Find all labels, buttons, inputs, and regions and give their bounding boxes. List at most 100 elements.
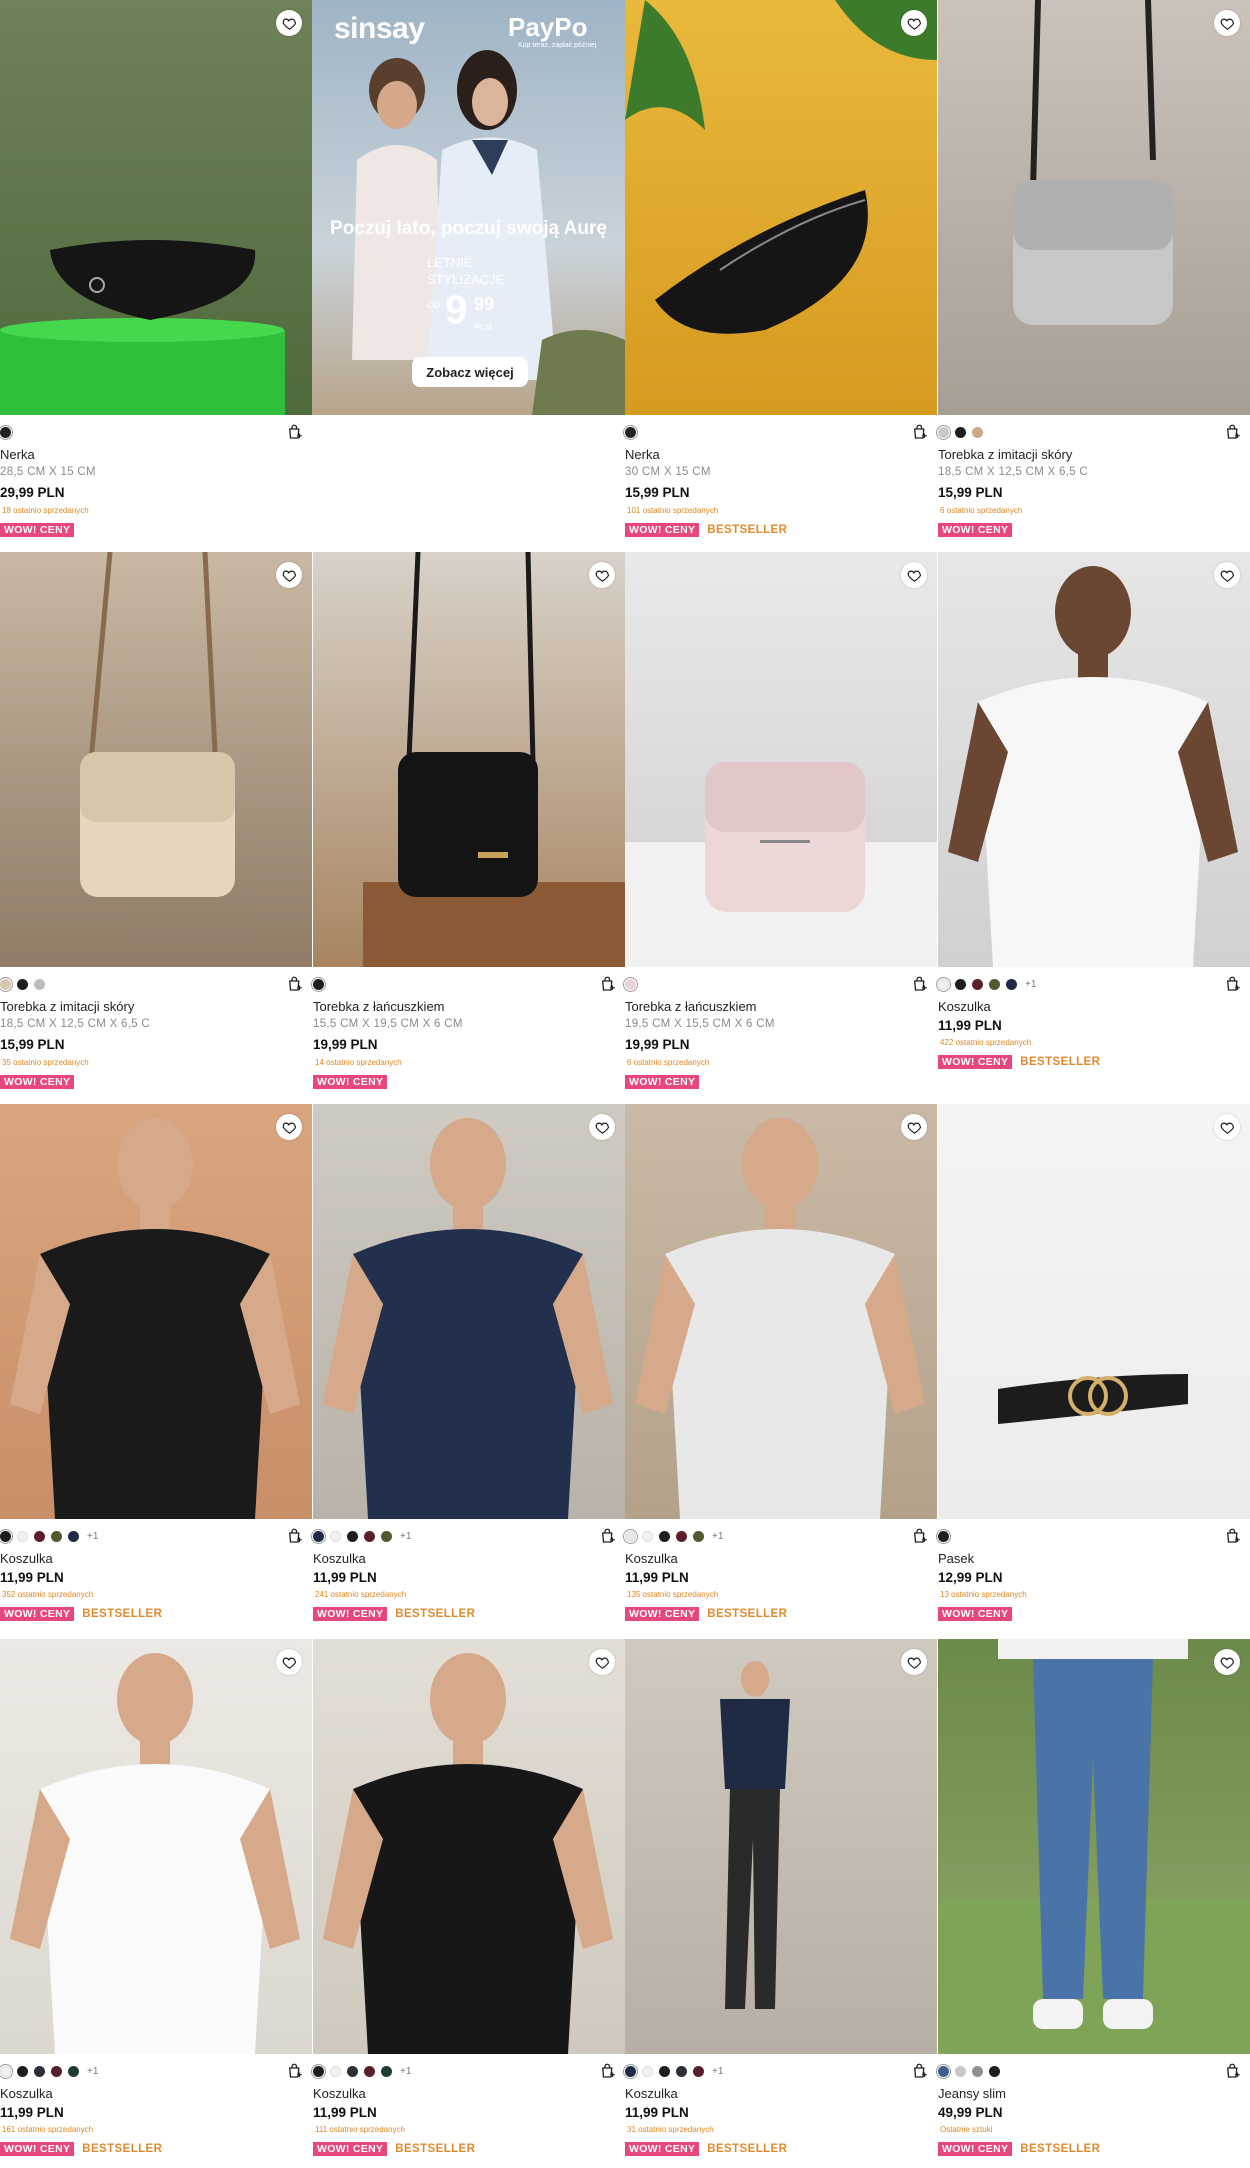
color-swatch[interactable] [34,1530,45,1542]
color-swatch[interactable] [693,2065,704,2077]
color-swatch[interactable] [676,1530,687,1542]
color-swatch[interactable] [625,1530,636,1542]
heart-icon[interactable] [901,562,927,588]
add-to-cart-icon[interactable] [911,1527,929,1545]
product-image[interactable] [625,552,937,967]
color-swatch[interactable] [347,2065,358,2077]
product-name[interactable]: Torebka z łańcuszkiem [625,999,757,1014]
more-colors[interactable]: +1 [400,2066,411,2077]
heart-icon[interactable] [276,562,302,588]
add-to-cart-icon[interactable] [286,975,304,993]
heart-icon[interactable] [276,1649,302,1675]
product-name[interactable]: Torebka z łańcuszkiem [313,999,445,1014]
color-swatch[interactable] [34,2065,45,2077]
product-image[interactable] [625,1104,937,1519]
product-name[interactable]: Koszulka [625,2086,678,2101]
color-swatch[interactable] [51,2065,62,2077]
color-swatch[interactable] [625,426,636,438]
more-colors[interactable]: +1 [87,1531,98,1542]
color-swatch[interactable] [938,426,949,438]
product-image[interactable] [938,552,1250,967]
color-swatch[interactable] [955,2065,966,2077]
heart-icon[interactable] [1214,1649,1240,1675]
add-to-cart-icon[interactable] [286,2062,304,2080]
product-name[interactable]: Koszulka [0,1551,53,1566]
color-swatch[interactable] [313,2065,324,2077]
color-swatch[interactable] [989,978,1000,990]
see-more-button[interactable]: Zobacz więcej [412,357,528,387]
heart-icon[interactable] [589,562,615,588]
product-name[interactable]: Koszulka [313,2086,366,2101]
color-swatch[interactable] [381,1530,392,1542]
add-to-cart-icon[interactable] [911,2062,929,2080]
product-image[interactable] [313,1104,625,1519]
heart-icon[interactable] [901,10,927,36]
heart-icon[interactable] [1214,1114,1240,1140]
more-colors[interactable]: +1 [712,2066,723,2077]
color-swatch[interactable] [347,1530,358,1542]
color-swatch[interactable] [693,1530,704,1542]
color-swatch[interactable] [659,2065,670,2077]
product-image[interactable] [313,1639,625,2054]
product-image[interactable] [625,0,937,415]
product-image[interactable] [625,1639,937,2054]
color-swatch[interactable] [381,2065,392,2077]
color-swatch[interactable] [17,1530,28,1542]
color-swatch[interactable] [313,1530,324,1542]
product-name[interactable]: Torebka z imitacji skóry [938,447,1072,462]
color-swatch[interactable] [955,978,966,990]
color-swatch[interactable] [938,2065,949,2077]
product-image[interactable] [313,552,625,967]
heart-icon[interactable] [901,1114,927,1140]
color-swatch[interactable] [989,2065,1000,2077]
add-to-cart-icon[interactable] [599,975,617,993]
product-image[interactable] [0,1104,312,1519]
promo-banner[interactable]: sinsay PayPo Kup teraz, zapłać później P… [312,0,625,415]
product-name[interactable]: Koszulka [625,1551,678,1566]
color-swatch[interactable] [642,2065,653,2077]
add-to-cart-icon[interactable] [599,1527,617,1545]
heart-icon[interactable] [1214,10,1240,36]
product-name[interactable]: Jeansy slim [938,2086,1006,2101]
add-to-cart-icon[interactable] [286,423,304,441]
product-name[interactable]: Koszulka [938,999,991,1014]
product-name[interactable]: Torebka z imitacji skóry [0,999,134,1014]
heart-icon[interactable] [901,1649,927,1675]
color-swatch[interactable] [625,978,636,990]
product-image[interactable] [0,0,312,415]
color-swatch[interactable] [938,978,949,990]
color-swatch[interactable] [972,2065,983,2077]
more-colors[interactable]: +1 [712,1531,723,1542]
color-swatch[interactable] [0,1530,11,1542]
product-name[interactable]: Koszulka [313,1551,366,1566]
heart-icon[interactable] [276,10,302,36]
product-name[interactable]: Pasek [938,1551,974,1566]
color-swatch[interactable] [330,2065,341,2077]
color-swatch[interactable] [68,1530,79,1542]
product-image[interactable] [0,552,312,967]
heart-icon[interactable] [276,1114,302,1140]
color-swatch[interactable] [955,426,966,438]
color-swatch[interactable] [0,2065,11,2077]
add-to-cart-icon[interactable] [1224,975,1242,993]
product-name[interactable]: Koszulka [0,2086,53,2101]
color-swatch[interactable] [17,978,28,990]
more-colors[interactable]: +1 [1025,979,1036,990]
heart-icon[interactable] [589,1649,615,1675]
add-to-cart-icon[interactable] [1224,423,1242,441]
add-to-cart-icon[interactable] [1224,1527,1242,1545]
color-swatch[interactable] [938,1530,949,1542]
more-colors[interactable]: +1 [87,2066,98,2077]
heart-icon[interactable] [589,1114,615,1140]
product-image[interactable] [938,1639,1250,2054]
add-to-cart-icon[interactable] [1224,2062,1242,2080]
product-image[interactable] [938,1104,1250,1519]
add-to-cart-icon[interactable] [286,1527,304,1545]
add-to-cart-icon[interactable] [911,423,929,441]
color-swatch[interactable] [972,426,983,438]
color-swatch[interactable] [313,978,324,990]
color-swatch[interactable] [34,978,45,990]
color-swatch[interactable] [68,2065,79,2077]
color-swatch[interactable] [676,2065,687,2077]
product-name[interactable]: Nerka [0,447,35,462]
